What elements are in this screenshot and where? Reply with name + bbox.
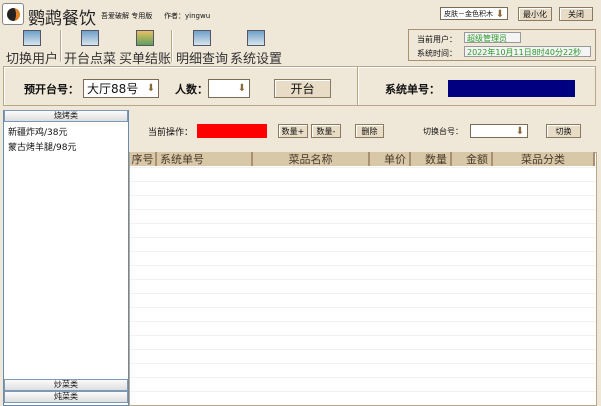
toolbar-query[interactable]: 明细查询 — [174, 30, 230, 67]
toolbar-switch-user[interactable]: 切换用户 — [4, 30, 60, 67]
dropdown-arrow-icon: ⬇ — [515, 126, 525, 137]
edition-label: 吾爱破解 专用版 — [101, 12, 153, 20]
category-stew[interactable]: 炖菜类 — [4, 391, 128, 403]
qty-minus-button[interactable]: 数量- — [311, 124, 341, 138]
checkout-icon — [136, 30, 154, 46]
order-no-value — [448, 80, 575, 97]
table-value: 大厅88号 — [87, 82, 139, 96]
user-value: 超级管理员 — [464, 32, 521, 43]
open-table-button[interactable]: 开台 — [274, 79, 331, 98]
current-op-label: 当前操作： — [148, 128, 194, 138]
dropdown-arrow-icon: ⬇ — [495, 9, 505, 20]
operation-indicator — [197, 124, 267, 138]
query-icon — [193, 30, 211, 46]
table-label: 预开台号： — [24, 83, 79, 96]
switch-user-icon — [23, 30, 41, 46]
toolbar-label: 系统设置 — [229, 52, 282, 67]
category-stir-fry[interactable]: 炒菜类 — [4, 379, 128, 391]
col-dish-name[interactable]: 菜品名称 — [253, 152, 370, 166]
switch-table-label: 切换台号： — [423, 127, 463, 136]
switch-table-select[interactable]: ⬇ — [470, 124, 528, 138]
settings-icon — [247, 30, 265, 46]
toolbar-label: 明细查询 — [175, 52, 228, 67]
order-grid — [129, 152, 597, 406]
people-label: 人数： — [175, 83, 208, 96]
col-price[interactable]: 单价 — [370, 152, 411, 166]
people-select[interactable]: ⬇ — [208, 79, 250, 98]
toolbar-settings[interactable]: 系统设置 — [228, 30, 284, 67]
dish-item[interactable]: 蒙古烤羊腿/98元 — [8, 140, 77, 153]
dropdown-arrow-icon: ⬇ — [146, 83, 156, 94]
dropdown-arrow-icon: ⬇ — [237, 83, 247, 94]
col-qty[interactable]: 数量 — [411, 152, 452, 166]
toolbar-label: 买单结账 — [118, 52, 171, 67]
open-divider — [357, 67, 359, 105]
toolbar-divider — [171, 30, 173, 62]
category-bbq[interactable]: 烧烤类 — [4, 110, 128, 122]
col-order-no[interactable]: 系统单号 — [157, 152, 253, 166]
toolbar-open-order[interactable]: 开台点菜 — [62, 30, 118, 67]
app-title: 鹦鹉餐饮 — [28, 9, 96, 29]
toolbar-label: 开台点菜 — [63, 52, 116, 67]
col-amount[interactable]: 金额 — [452, 152, 493, 166]
user-label: 当前用户： — [417, 35, 457, 44]
table-select[interactable]: 大厅88号 ⬇ — [83, 79, 159, 98]
col-seq[interactable]: 序号 — [130, 152, 157, 166]
minimize-button[interactable]: 最小化 — [518, 7, 552, 21]
menu-list — [3, 110, 129, 406]
qty-plus-button[interactable]: 数量+ — [278, 124, 308, 138]
skin-select[interactable]: 皮肤－金色积木 ⬇ — [440, 7, 508, 20]
author-label: 作者：yingwu — [164, 12, 211, 20]
skin-value: 皮肤－金色积木 — [444, 9, 493, 18]
col-category[interactable]: 菜品分类 — [493, 152, 595, 166]
switch-button[interactable]: 切换 — [546, 124, 581, 138]
order-icon — [81, 30, 99, 46]
app-logo — [2, 3, 24, 25]
toolbar-label: 切换用户 — [5, 52, 58, 67]
delete-button[interactable]: 删除 — [355, 124, 384, 138]
time-label: 系统时间： — [417, 49, 457, 58]
time-value: 2022年10月11日8时40分22秒 — [464, 46, 591, 57]
info-panel: 当前用户： 超级管理员 系统时间： 2022年10月11日8时40分22秒 — [408, 29, 596, 61]
close-button[interactable]: 关闭 — [559, 7, 593, 21]
toolbar-checkout[interactable]: 买单结账 — [117, 30, 173, 67]
order-no-label: 系统单号： — [385, 83, 440, 96]
dish-item[interactable]: 新疆炸鸡/38元 — [8, 125, 68, 138]
